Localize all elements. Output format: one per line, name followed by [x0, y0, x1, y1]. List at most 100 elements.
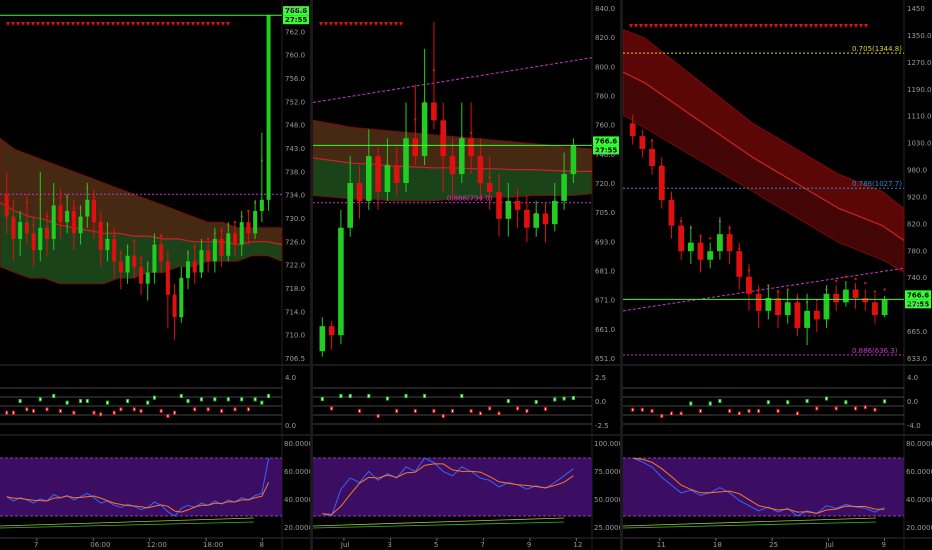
osc-tick-label: 2.5 [595, 374, 606, 382]
signal-triangle [709, 24, 713, 28]
signal-triangle [679, 24, 683, 28]
signal-triangle [126, 22, 130, 26]
osc-marker [767, 401, 769, 404]
signal-triangle [31, 22, 35, 26]
osc-marker [424, 395, 426, 397]
signal-triangle [749, 24, 753, 28]
stoch-band [623, 458, 904, 516]
candle-body [384, 165, 391, 192]
osc-marker [26, 408, 28, 411]
osc-marker [442, 415, 444, 417]
osc-marker [19, 400, 21, 402]
osc-marker [80, 400, 82, 402]
osc-marker [377, 415, 379, 417]
x-tick-label: 18 [713, 541, 722, 549]
osc-marker [748, 410, 750, 412]
osc-marker [214, 398, 216, 401]
y-tick-label: 760.0 [285, 52, 305, 60]
signal-triangle [854, 24, 858, 28]
candle-body [356, 183, 363, 201]
chart-panel-middle[interactable]: 0.886(734.0) 766.6 27:55 840.0 820.0 800.0 780… [313, 0, 620, 550]
osc-marker [93, 411, 95, 414]
y-tick-label: 722.0 [285, 262, 305, 270]
signal-triangle [789, 24, 793, 28]
y-tick-label: 671.0 [595, 297, 615, 305]
candle-body [755, 293, 762, 311]
ma-dot [873, 290, 877, 293]
signal-triangle [704, 24, 708, 28]
osc-marker [641, 408, 643, 411]
candle-body [765, 298, 772, 311]
signal-triangle [829, 24, 833, 28]
osc-marker [368, 395, 370, 397]
candle-body [118, 261, 123, 273]
signal-triangle [86, 22, 90, 26]
osc-tick-label: 0.0 [907, 398, 918, 406]
trend-line [313, 57, 593, 103]
candle-body [393, 165, 400, 183]
y-tick-label: 743.0 [285, 145, 305, 153]
osc-marker [489, 407, 491, 410]
osc-marker [187, 400, 189, 402]
signal-triangle [221, 22, 225, 26]
candle-body [199, 250, 204, 273]
y-tick-label: 705.0 [595, 209, 615, 217]
osc-marker [227, 398, 229, 401]
candle-body [668, 200, 675, 226]
osc-marker [563, 397, 565, 400]
signal-triangle [389, 22, 393, 26]
signal-triangle [859, 24, 863, 28]
signal-triangle [211, 22, 215, 26]
chart-svg: 0.705(1344.8) 0.786(1027.7) 0.886(636.3) 76… [623, 0, 932, 550]
chart-panel-left[interactable]: 766.6 27:55 766.0 762.0 760.0 756.0 752.0 748.0… [0, 0, 310, 550]
osc-tick-label: 0.0 [285, 422, 296, 430]
signal-triangle [71, 22, 75, 26]
time-badge-text: 27:55 [285, 16, 307, 24]
signal-triangle [344, 22, 348, 26]
signal-triangle [729, 24, 733, 28]
signal-triangle [156, 22, 160, 26]
candle-body [881, 299, 888, 316]
signal-triangle [161, 22, 165, 26]
osc-marker [180, 395, 182, 397]
osc-marker [127, 400, 129, 402]
signal-triangle [799, 24, 803, 28]
signal-triangle [719, 24, 723, 28]
signal-triangle [639, 24, 643, 28]
y-tick-label: 820.0 [907, 220, 927, 228]
stoch-tick-label: 50.0000 [594, 496, 620, 504]
signal-triangle [56, 22, 60, 26]
signal-triangle [384, 22, 388, 26]
candle-body [219, 238, 224, 256]
y-tick-label: 718.0 [285, 285, 305, 293]
signal-triangle [66, 22, 70, 26]
ma-dot [883, 288, 886, 291]
candle-body [412, 138, 419, 157]
signal-triangle [111, 22, 115, 26]
candle-body [338, 227, 344, 336]
osc-marker [572, 397, 574, 399]
signal-triangle [834, 24, 838, 28]
osc-marker [12, 411, 14, 414]
y-tick-label: 706.5 [285, 355, 305, 363]
candle-body [639, 136, 646, 149]
chart-panel-right[interactable]: 0.705(1344.8) 0.786(1027.7) 0.886(636.3) 76… [623, 0, 932, 550]
signal-triangle [374, 22, 378, 26]
candle-body [736, 251, 743, 277]
osc-marker [526, 410, 528, 412]
candle-body [449, 156, 456, 175]
candle-body [51, 205, 56, 239]
candle-body [524, 209, 530, 228]
y-tick-label: 756.0 [285, 75, 305, 83]
osc-marker [729, 410, 731, 412]
osc-marker [6, 411, 8, 414]
stoch-tick-label: 80.0000 [284, 440, 310, 448]
candle-body [477, 156, 484, 183]
y-tick-label: 780.0 [907, 247, 927, 255]
signal-triangle [634, 24, 638, 28]
candle-body [468, 138, 474, 157]
y-tick-label: 1450 [907, 5, 925, 13]
osc-marker [396, 410, 398, 412]
x-tick-label: 7 [480, 541, 484, 549]
x-tick-label: 12:00 [147, 541, 167, 549]
